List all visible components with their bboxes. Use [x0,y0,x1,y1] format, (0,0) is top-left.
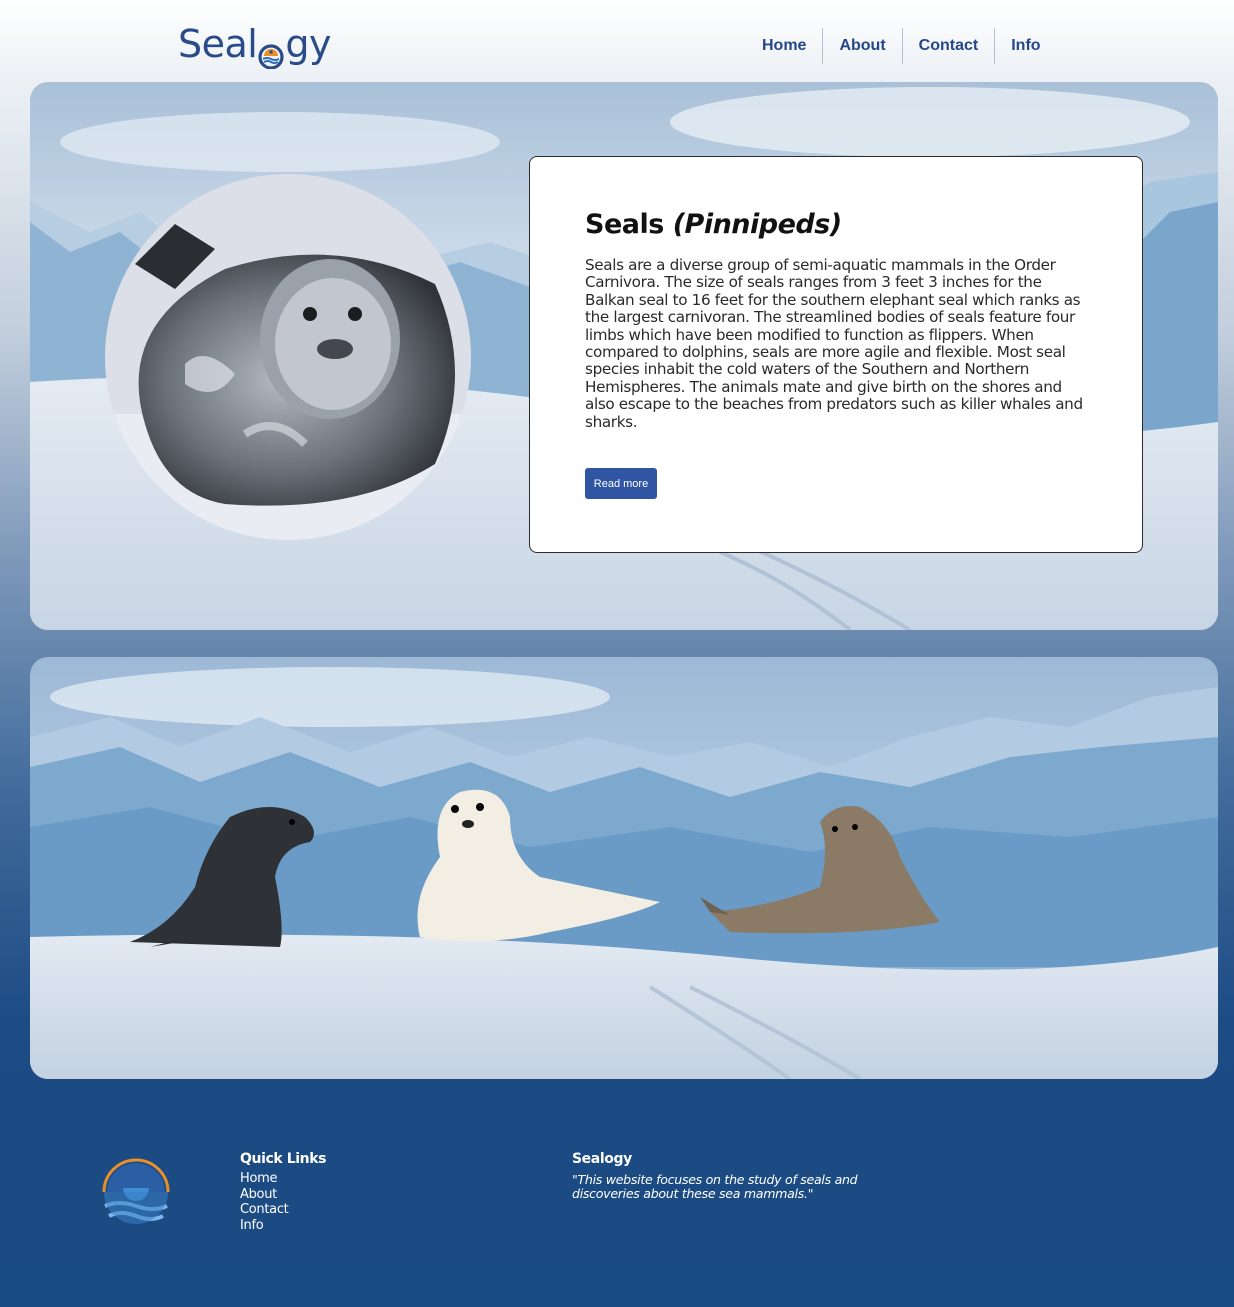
intro-card: Seals (Pinnipeds) Seals are a diverse gr… [529,156,1143,553]
title-text: Seals [585,209,673,240]
seals-banner-panel [30,657,1218,1079]
footer-brand-title: Sealogy [572,1151,632,1167]
nav-about[interactable]: About [823,28,901,64]
nav-info[interactable]: Info [995,28,1056,64]
quick-links-heading: Quick Links [240,1151,327,1167]
read-more-button[interactable]: Read more [585,468,657,499]
title-italic: (Pinnipeds) [672,209,842,240]
footer-link-about[interactable]: About [240,1187,326,1203]
quick-links: Quick Links Home About Contact Info [240,1151,326,1233]
sun-over-waves-icon [102,1158,170,1224]
sun-over-sea-icon [258,34,284,70]
logo-text-prefix: Seal [178,22,258,66]
logo-text-suffix: gy [285,22,331,66]
nav-contact[interactable]: Contact [903,28,995,64]
footer-about: Sealogy "This website focuses on the stu… [572,1151,892,1201]
footer-tagline: "This website focuses on the study of se… [572,1172,858,1201]
nav-home[interactable]: Home [746,28,822,64]
footer-link-contact[interactable]: Contact [240,1202,326,1218]
footer-link-info[interactable]: Info [240,1218,326,1234]
site-logo[interactable]: Seal gy [178,18,331,70]
weddell-seal-photo [105,174,471,540]
main-nav: Home About Contact Info [746,28,1057,64]
footer-link-home[interactable]: Home [240,1171,326,1187]
intro-paragraph: Seals are a diverse group of semi-aquati… [585,256,1083,431]
page-title: Seals (Pinnipeds) [585,209,842,240]
hero-panel: Seals (Pinnipeds) Seals are a diverse gr… [30,82,1218,630]
seals-on-ice-image [30,657,1218,1079]
